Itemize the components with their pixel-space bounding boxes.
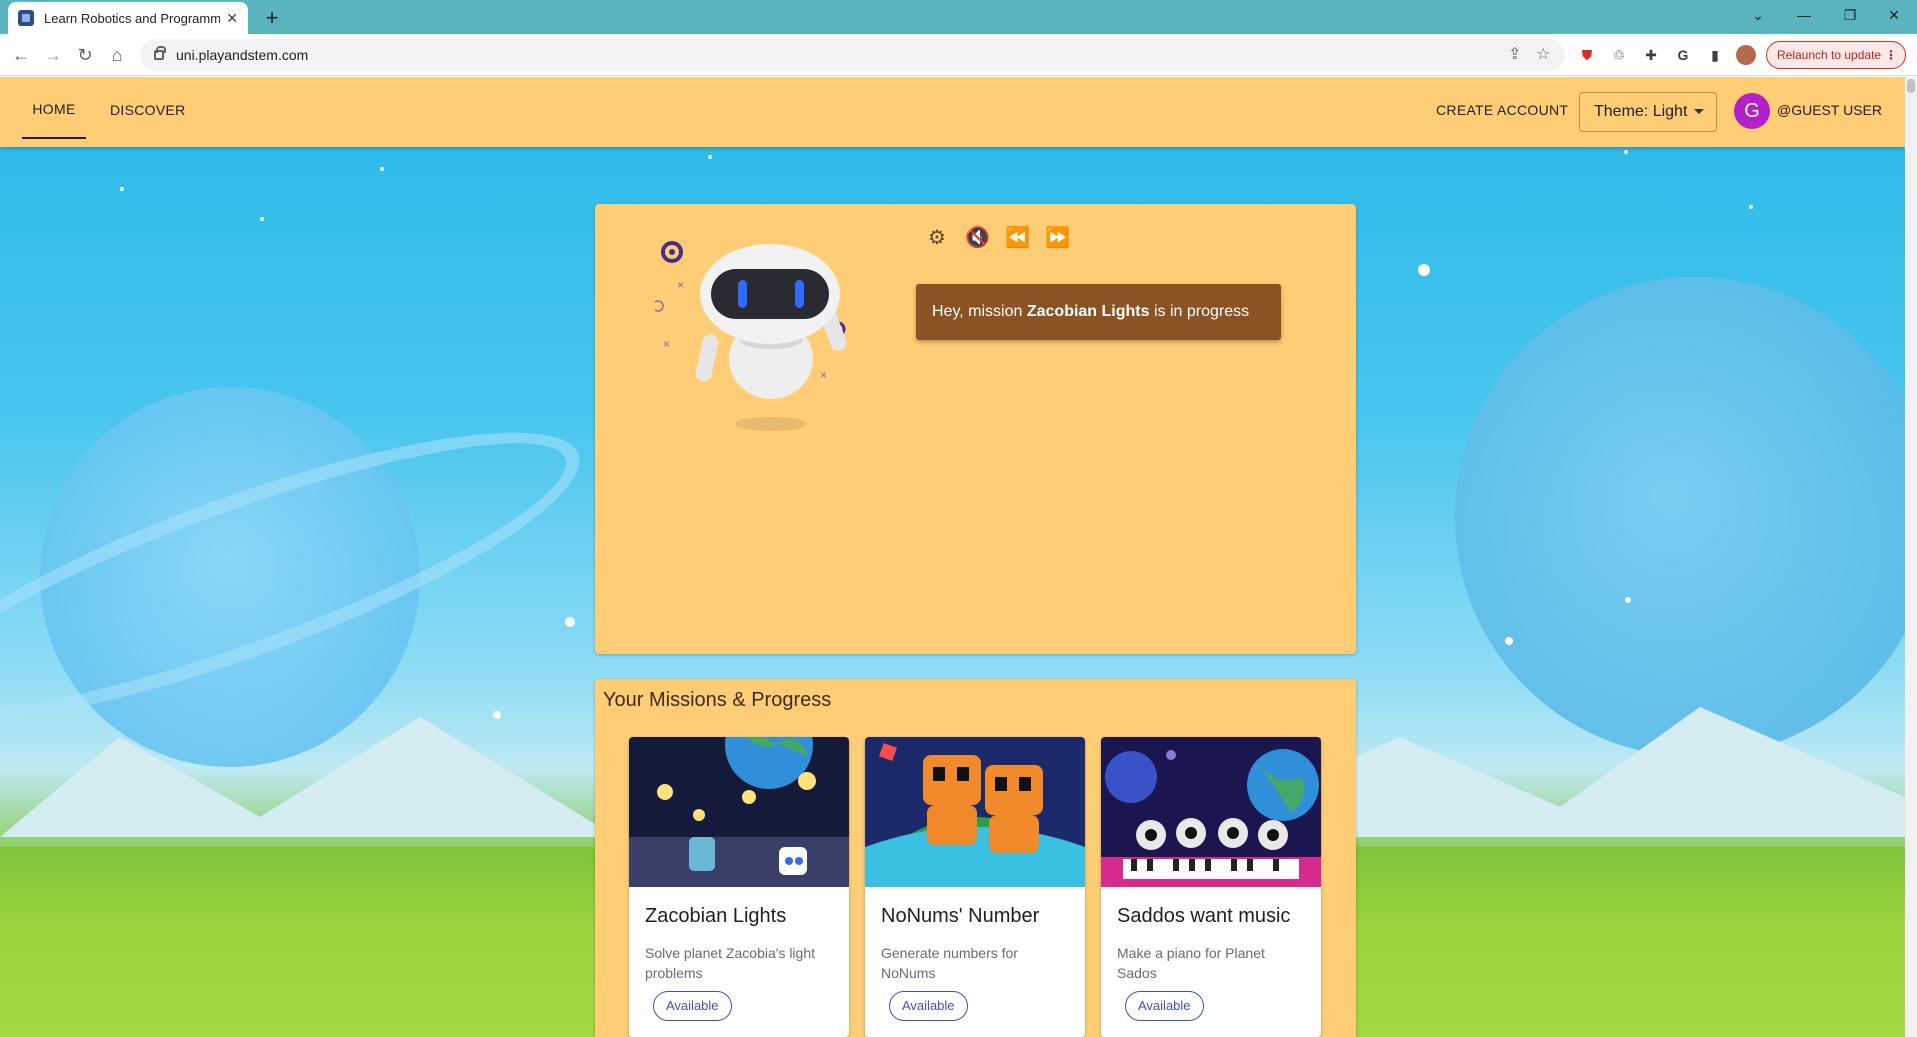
mission-card[interactable]: NoNums' Number Generate numbers for NoNu…	[865, 737, 1085, 1037]
recycle-extension-icon[interactable]: ♲	[1610, 46, 1628, 64]
create-account-button[interactable]: CREATE ACCOUNT	[1436, 77, 1568, 147]
page-scrollbar[interactable]	[1905, 77, 1917, 1037]
star-decoration	[1749, 205, 1753, 209]
browser-tab[interactable]: Learn Robotics and Programmin ✕	[8, 2, 248, 34]
forward-icon[interactable]: →	[39, 41, 67, 69]
sidepanel-icon[interactable]: ▮	[1706, 46, 1724, 64]
assistant-panel: × × × ⚙ 🔇 ⏪ ⏩ Hey, mission Zacobian Ligh…	[595, 204, 1356, 654]
browser-toolbar: ← → ↻ ⌂ uni.playandstem.com ⇪ ☆ ⛊ ♲ ✚ G …	[0, 34, 1917, 76]
robot-mascot: × × ×	[655, 241, 847, 431]
user-name[interactable]: @GUEST USER	[1777, 77, 1882, 147]
speech-suffix: is in progress	[1149, 303, 1250, 320]
star-decoration	[1625, 597, 1631, 603]
caret-down-icon	[1694, 109, 1704, 114]
star-decoration	[708, 155, 712, 159]
scrollbar-thumb[interactable]	[1907, 79, 1915, 93]
mission-card-title: Saddos want music	[1117, 905, 1291, 927]
star-decoration	[380, 167, 384, 171]
star-decoration	[565, 617, 575, 627]
browser-profile-avatar[interactable]	[1736, 45, 1756, 65]
mission-status-chip[interactable]: Available	[1125, 991, 1204, 1021]
mission-status-chip[interactable]: Available	[653, 991, 732, 1021]
relaunch-button[interactable]: Relaunch to update ⋮	[1766, 41, 1906, 69]
tab-close-icon[interactable]: ✕	[226, 10, 238, 27]
tab-title: Learn Robotics and Programmin	[44, 10, 221, 26]
new-tab-button[interactable]: +	[258, 4, 286, 32]
svg-text:×: ×	[663, 337, 670, 351]
google-icon[interactable]: G	[1674, 46, 1692, 64]
menu-icon[interactable]: ⋮	[1885, 42, 1897, 68]
svg-text:×: ×	[820, 368, 827, 382]
star-decoration	[120, 187, 124, 191]
tab-search-icon[interactable]: ⌄	[1735, 0, 1781, 30]
extensions-icon[interactable]: ✚	[1642, 46, 1660, 64]
mission-card-image	[629, 737, 849, 887]
share-icon[interactable]: ⇪	[1508, 45, 1521, 65]
volume-muted-icon[interactable]: 🔇	[965, 226, 990, 250]
close-window-button[interactable]: ✕	[1871, 0, 1917, 30]
mission-card-description: Solve planet Zacobia's light problems	[645, 945, 815, 981]
reload-icon[interactable]: ↻	[71, 41, 99, 69]
mission-card-title: Zacobian Lights	[645, 905, 787, 927]
address-bar[interactable]: uni.playandstem.com ⇪ ☆	[140, 39, 1565, 71]
mission-status-chip[interactable]: Available	[889, 991, 968, 1021]
adblock-extension-icon[interactable]: ⛊	[1578, 46, 1596, 64]
assistant-speech-bubble: Hey, mission Zacobian Lights is in progr…	[916, 284, 1281, 340]
relaunch-label: Relaunch to update	[1777, 48, 1882, 62]
speech-prefix: Hey, mission	[932, 303, 1027, 320]
mission-card-description: Generate numbers for NoNums	[881, 945, 1018, 981]
theme-select[interactable]: Theme: Light	[1579, 92, 1717, 132]
speech-mission-name: Zacobian Lights	[1026, 303, 1150, 320]
mission-card-description: Make a piano for Planet Sados	[1117, 945, 1265, 981]
user-avatar[interactable]: G	[1734, 93, 1770, 129]
browser-tabstrip: Learn Robotics and Programmin ✕ + ⌄ — ❐ …	[0, 0, 1917, 34]
mission-card-image	[1101, 737, 1321, 887]
mission-card[interactable]: Zacobian Lights Solve planet Zacobia's l…	[629, 737, 849, 1037]
svg-text:×: ×	[677, 278, 684, 292]
restore-button[interactable]: ❐	[1827, 0, 1873, 30]
fast-forward-icon[interactable]: ⏩	[1045, 226, 1070, 250]
rewind-icon[interactable]: ⏪	[1005, 226, 1030, 250]
mission-card-title: NoNums' Number	[881, 905, 1040, 927]
settings-icon[interactable]: ⚙	[925, 226, 949, 250]
site-favicon-icon	[18, 10, 34, 26]
missions-panel: Your Missions & Progress Zacobian Lights…	[595, 679, 1356, 1037]
missions-title: Your Missions & Progress	[603, 689, 832, 711]
mission-card[interactable]: Saddos want music Make a piano for Plane…	[1101, 737, 1321, 1037]
star-icon[interactable]: ☆	[1536, 45, 1550, 65]
star-decoration	[1418, 264, 1430, 276]
back-icon[interactable]: ←	[7, 41, 35, 69]
lock-icon	[154, 46, 166, 60]
app-bar: HOME DISCOVER CREATE ACCOUNT Theme: Ligh…	[0, 77, 1905, 147]
nav-home[interactable]: HOME	[22, 85, 86, 139]
nav-discover[interactable]: DISCOVER	[110, 77, 186, 147]
star-decoration	[260, 217, 264, 221]
home-icon[interactable]: ⌂	[103, 41, 131, 69]
mission-card-image	[865, 737, 1085, 887]
star-decoration	[1505, 637, 1513, 645]
star-decoration	[1624, 150, 1628, 154]
star-decoration	[493, 711, 501, 719]
url-text: uni.playandstem.com	[176, 47, 309, 63]
minimize-button[interactable]: —	[1781, 0, 1827, 30]
page-viewport: HOME DISCOVER CREATE ACCOUNT Theme: Ligh…	[0, 77, 1917, 1037]
theme-select-value: Theme: Light	[1594, 103, 1688, 120]
assistant-controls: ⚙ 🔇 ⏪ ⏩	[925, 226, 1070, 250]
